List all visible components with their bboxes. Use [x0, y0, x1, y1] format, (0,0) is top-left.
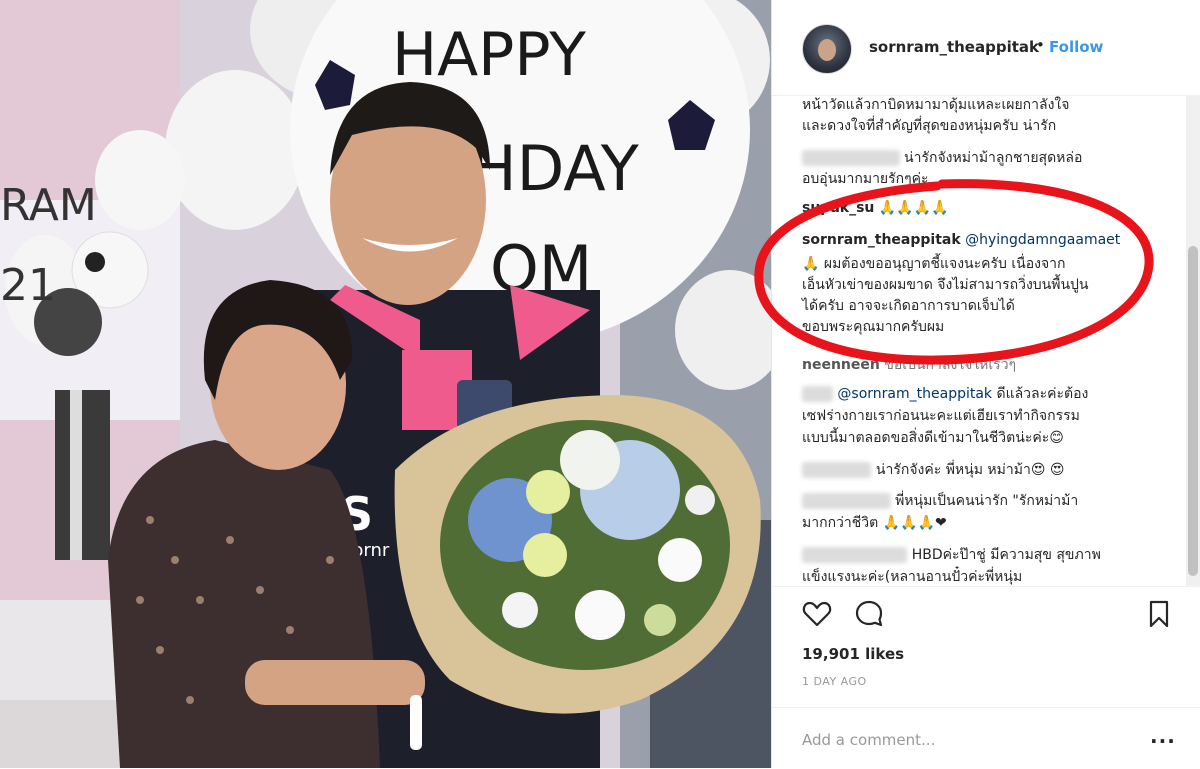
comment-item: supak_su 🙏🙏🙏🙏: [802, 200, 949, 216]
comment-text-line: แบบนี้มาตลอดขอสิ่งดีเข้ามาในชีวิตน่ะค่ะ😊: [802, 430, 1064, 446]
comment-item: i_sid @sornram_theappitak ดีแล้วละค่ะต้อ…: [802, 383, 1088, 405]
post-timestamp: 1 DAY AGO: [802, 675, 867, 688]
speech-bubble-icon[interactable]: [854, 599, 884, 629]
banner-text: RAM: [0, 180, 97, 231]
comment-text-line: แข็งแรงนะค่ะ(หลานอานปั๋วค่ะพี่หนุ่ม: [802, 569, 1023, 585]
more-options-button[interactable]: ...: [1150, 724, 1176, 748]
comment-username-blurred[interactable]: buddha1211: [802, 493, 891, 509]
comment-item: nitayapoon555 HBDค่ะป๊าชู่ มีความสุข สุข…: [802, 544, 1101, 566]
comment-text-line: มากกว่าชีวิต 🙏🙏🙏❤: [802, 515, 947, 531]
comment-text-line: เซฟร่างกายเราก่อนนะคะแต่เฮียเราทำกิจกรรม: [802, 408, 1080, 424]
comment-text-line: ขอบพระคุณมากครับผม: [802, 319, 945, 335]
comment-item: sornram_theappitak @hyingdamngaamaet: [802, 232, 1120, 248]
comment-mention[interactable]: @sornram_theappitak: [837, 386, 992, 402]
comment-text: ดีแล้วละค่ะต้อง: [992, 386, 1089, 402]
post-username[interactable]: sornram_theappitak: [869, 38, 1039, 56]
follow-button[interactable]: Follow: [1049, 38, 1103, 56]
heart-outline-icon[interactable]: [802, 599, 832, 629]
balloon-text-1: HAPPY: [392, 20, 586, 90]
comments-scrollbar[interactable]: [1186, 96, 1200, 586]
comment-username-blurred[interactable]: chuenjitr7912: [802, 150, 900, 166]
post-sidebar: sornram_theappitak • Follow หน้าวัดแล้วก…: [754, 0, 1200, 768]
comment-box: ...: [772, 707, 1200, 769]
comment-username-blurred[interactable]: i_sid: [802, 386, 833, 402]
post-header: sornram_theappitak • Follow: [772, 0, 1200, 96]
post-actions: 19,901 likes 1 DAY AGO ...: [772, 586, 1200, 768]
balloon-text-2: HDAY: [470, 132, 639, 205]
comment-text: HBDค่ะป๊าชู่ มีความสุข สุขภาพ: [907, 547, 1101, 563]
comments-list: หน้าวัดแล้วกาบิดหมามาดุ้มแหละเผยกาลังใจ …: [772, 96, 1200, 586]
comment-text-line: และดวงใจที่สำคัญที่สุดของหนุ่มครับ น่ารั…: [802, 118, 1057, 134]
post-photo: HAPPY HDAY OM RAM 21 S sornr: [0, 0, 771, 768]
comment-item: chuenjitr7912 น่ารักจังหม่าม้าลูกชายสุดห…: [802, 147, 1082, 169]
scrollbar-thumb[interactable]: [1188, 246, 1198, 576]
comment-text: ขอเป็นกำลังใจให้เร็วๆ: [884, 357, 1017, 373]
comment-text-line: 🙏 ผมต้องขออนุญาตชี้แจงนะครับ เนื่องจาก: [802, 256, 1066, 272]
comment-mention[interactable]: @hyingdamngaamaet: [965, 232, 1120, 248]
bookmark-icon[interactable]: [1144, 599, 1174, 629]
add-comment-input[interactable]: [800, 726, 1144, 754]
comment-text: น่ารักจังค่ะ พี่หนุ่ม หม่าม้า😍 😍: [875, 462, 1065, 478]
comment-username-blurred[interactable]: khunkhun: [802, 462, 872, 478]
photo-illustration: HAPPY HDAY OM RAM 21 S sornr: [0, 0, 771, 768]
likes-count[interactable]: 19,901 likes: [802, 645, 904, 663]
comment-text-line: ได้ครับ อาจจะเกิดอาการบาดเจ็บได้: [802, 298, 1015, 314]
comment-text-line: อบอุ่นมากมายรักๆค่ะ: [802, 171, 929, 187]
comment-username-blurred[interactable]: nitayapoon555: [802, 547, 908, 563]
comment-text: น่ารักจังหม่าม้าลูกชายสุดหล่อ: [904, 150, 1083, 166]
comment-username[interactable]: sornram_theappitak: [802, 232, 961, 248]
comment-item: khunkhun น่ารักจังค่ะ พี่หนุ่ม หม่าม้า😍 …: [802, 459, 1064, 481]
comment-text: 🙏🙏🙏🙏: [878, 200, 949, 216]
comment-item: buddha1211 พี่หนุ่มเป็นคนน่ารัก "รักหม่า…: [802, 490, 1078, 512]
header-separator: •: [1036, 36, 1045, 54]
comment-username[interactable]: supak_su: [802, 200, 874, 216]
comment-text: พี่หนุ่มเป็นคนน่ารัก "รักหม่าม้า: [895, 493, 1079, 509]
comment-text-line: หน้าวัดแล้วกาบิดหมามาดุ้มแหละเผยกาลังใจ: [802, 97, 1070, 113]
comment-username[interactable]: neenneen: [802, 357, 880, 373]
comment-text-line: เอ็นหัวเข่าของผมขาด จึงไม่สามารถวิ่งบนพื…: [802, 277, 1089, 293]
avatar[interactable]: [802, 24, 852, 74]
comment-item: neenneen ขอเป็นกำลังใจให้เร็วๆ: [802, 354, 1016, 376]
banner-number: 21: [0, 260, 56, 311]
